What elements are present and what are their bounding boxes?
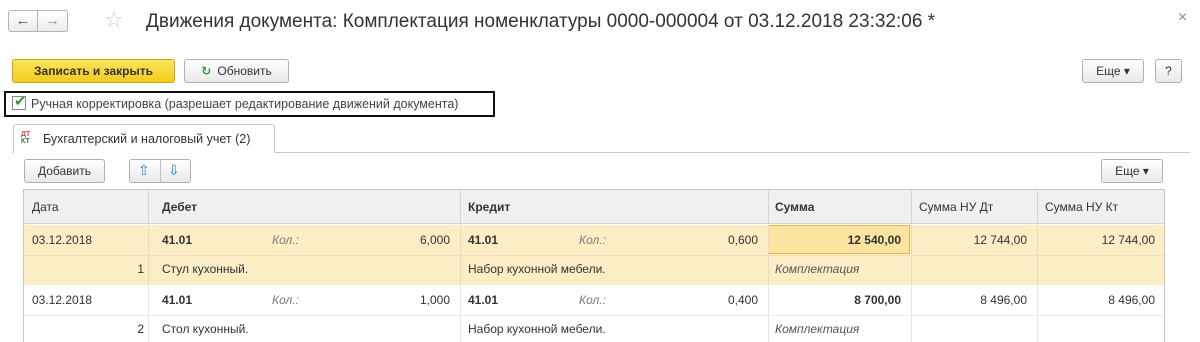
divider (768, 190, 769, 224)
column-header-date[interactable]: Дата (32, 200, 59, 214)
cell-credit-account: 41.01 (468, 233, 499, 247)
cell-amount-nu-dt: 8 496,00 (980, 293, 1027, 307)
divider (768, 285, 769, 342)
cell-debit-qty: 1,000 (419, 293, 450, 307)
save-and-close-button[interactable]: Записать и закрыть (12, 59, 175, 83)
dt-kt-icon: ДТ КТ (21, 131, 31, 145)
cell-amount[interactable]: 12 540,00 (775, 233, 901, 247)
add-button[interactable]: Добавить (24, 159, 105, 183)
table-row[interactable]: 03.12.2018 1 41.01 Кол.: 6,000 Стул кухо… (24, 225, 1164, 285)
divider (460, 285, 461, 342)
divider (148, 190, 149, 224)
table-header: Дата Дебет Кредит Сумма Сумма НУ Дт Сумм… (24, 190, 1164, 224)
checkmark-icon: ✔ (14, 93, 27, 110)
cell-date: 03.12.2018 (32, 293, 93, 307)
arrow-left-icon: ← (15, 12, 31, 29)
cell-debit-qty-label: Кол.: (272, 233, 299, 247)
cell-credit-qty: 0,600 (727, 233, 758, 247)
divider (1037, 285, 1038, 342)
refresh-icon: ↻ (201, 64, 212, 78)
cell-amount[interactable]: 8 700,00 (775, 293, 901, 307)
cell-debit-subconto: Стул кухонный. (162, 262, 249, 276)
movements-table: Дата Дебет Кредит Сумма Сумма НУ Дт Сумм… (23, 189, 1165, 342)
more-menu-button[interactable]: Еще ▾ (1082, 59, 1144, 83)
cell-debit-qty-label: Кол.: (272, 293, 299, 307)
move-down-icon[interactable]: ⇩ (168, 162, 180, 179)
cell-debit-subconto: Стол кухонный. (162, 322, 249, 336)
divider (1037, 190, 1038, 224)
tab-accounting-tax[interactable]: ДТ КТ Бухгалтерский и налоговый учет (2) (13, 124, 275, 153)
cell-debit-qty: 6,000 (419, 233, 450, 247)
refresh-button[interactable]: ↻ Обновить (184, 59, 289, 83)
cell-credit-qty: 0,400 (727, 293, 758, 307)
cell-content: Комплектация (775, 322, 860, 336)
cell-content: Комплектация (775, 262, 860, 276)
divider (148, 285, 149, 342)
divider (911, 190, 912, 224)
cell-credit-qty-label: Кол.: (579, 293, 606, 307)
favorite-star-icon[interactable]: ☆ (104, 7, 124, 33)
divider (24, 315, 1164, 316)
table-more-menu-button[interactable]: Еще ▾ (1101, 159, 1163, 183)
column-header-amount-nu-dt[interactable]: Сумма НУ Дт (919, 200, 993, 214)
cell-credit-account: 41.01 (468, 293, 499, 307)
divider (24, 255, 1164, 256)
manual-correction-checkbox[interactable]: ✔ (12, 93, 27, 110)
manual-correction-label[interactable]: Ручная корректировка (разрешает редактир… (31, 97, 458, 111)
cell-credit-subconto: Набор кухонной мебели. (468, 322, 606, 336)
cell-debit-account: 41.01 (162, 293, 193, 307)
back-button[interactable]: ← (8, 10, 38, 32)
cell-amount-nu-dt: 12 744,00 (973, 233, 1027, 247)
tab-label: Бухгалтерский и налоговый учет (2) (43, 132, 251, 146)
close-icon[interactable]: × (1178, 9, 1187, 27)
move-buttons: ⇧ ⇩ (129, 159, 191, 183)
refresh-label: Обновить (217, 64, 272, 78)
move-up-icon[interactable]: ⇧ (138, 162, 150, 179)
divider (460, 190, 461, 224)
divider (911, 285, 912, 342)
cell-line-number: 2 (137, 322, 144, 336)
cell-amount-nu-kt: 12 744,00 (1101, 233, 1155, 247)
cell-date: 03.12.2018 (32, 233, 93, 247)
divider (160, 160, 161, 182)
column-header-amount[interactable]: Сумма (775, 200, 814, 214)
column-header-credit[interactable]: Кредит (468, 200, 510, 214)
cell-credit-qty-label: Кол.: (579, 233, 606, 247)
help-button[interactable]: ? (1155, 59, 1182, 83)
window-title: Движения документа: Комплектация номенкл… (146, 11, 936, 32)
column-header-debit[interactable]: Дебет (162, 200, 197, 214)
column-header-amount-nu-kt[interactable]: Сумма НУ Кт (1045, 200, 1118, 214)
arrow-right-icon: → (45, 12, 60, 29)
table-row[interactable]: 03.12.2018 2 41.01 Кол.: 1,000 Стол кухо… (24, 285, 1164, 342)
cell-credit-subconto: Набор кухонной мебели. (468, 262, 606, 276)
cell-debit-account: 41.01 (162, 233, 193, 247)
cell-line-number: 1 (137, 262, 144, 276)
forward-button[interactable]: → (38, 10, 68, 32)
cell-amount-nu-kt: 8 496,00 (1108, 293, 1155, 307)
